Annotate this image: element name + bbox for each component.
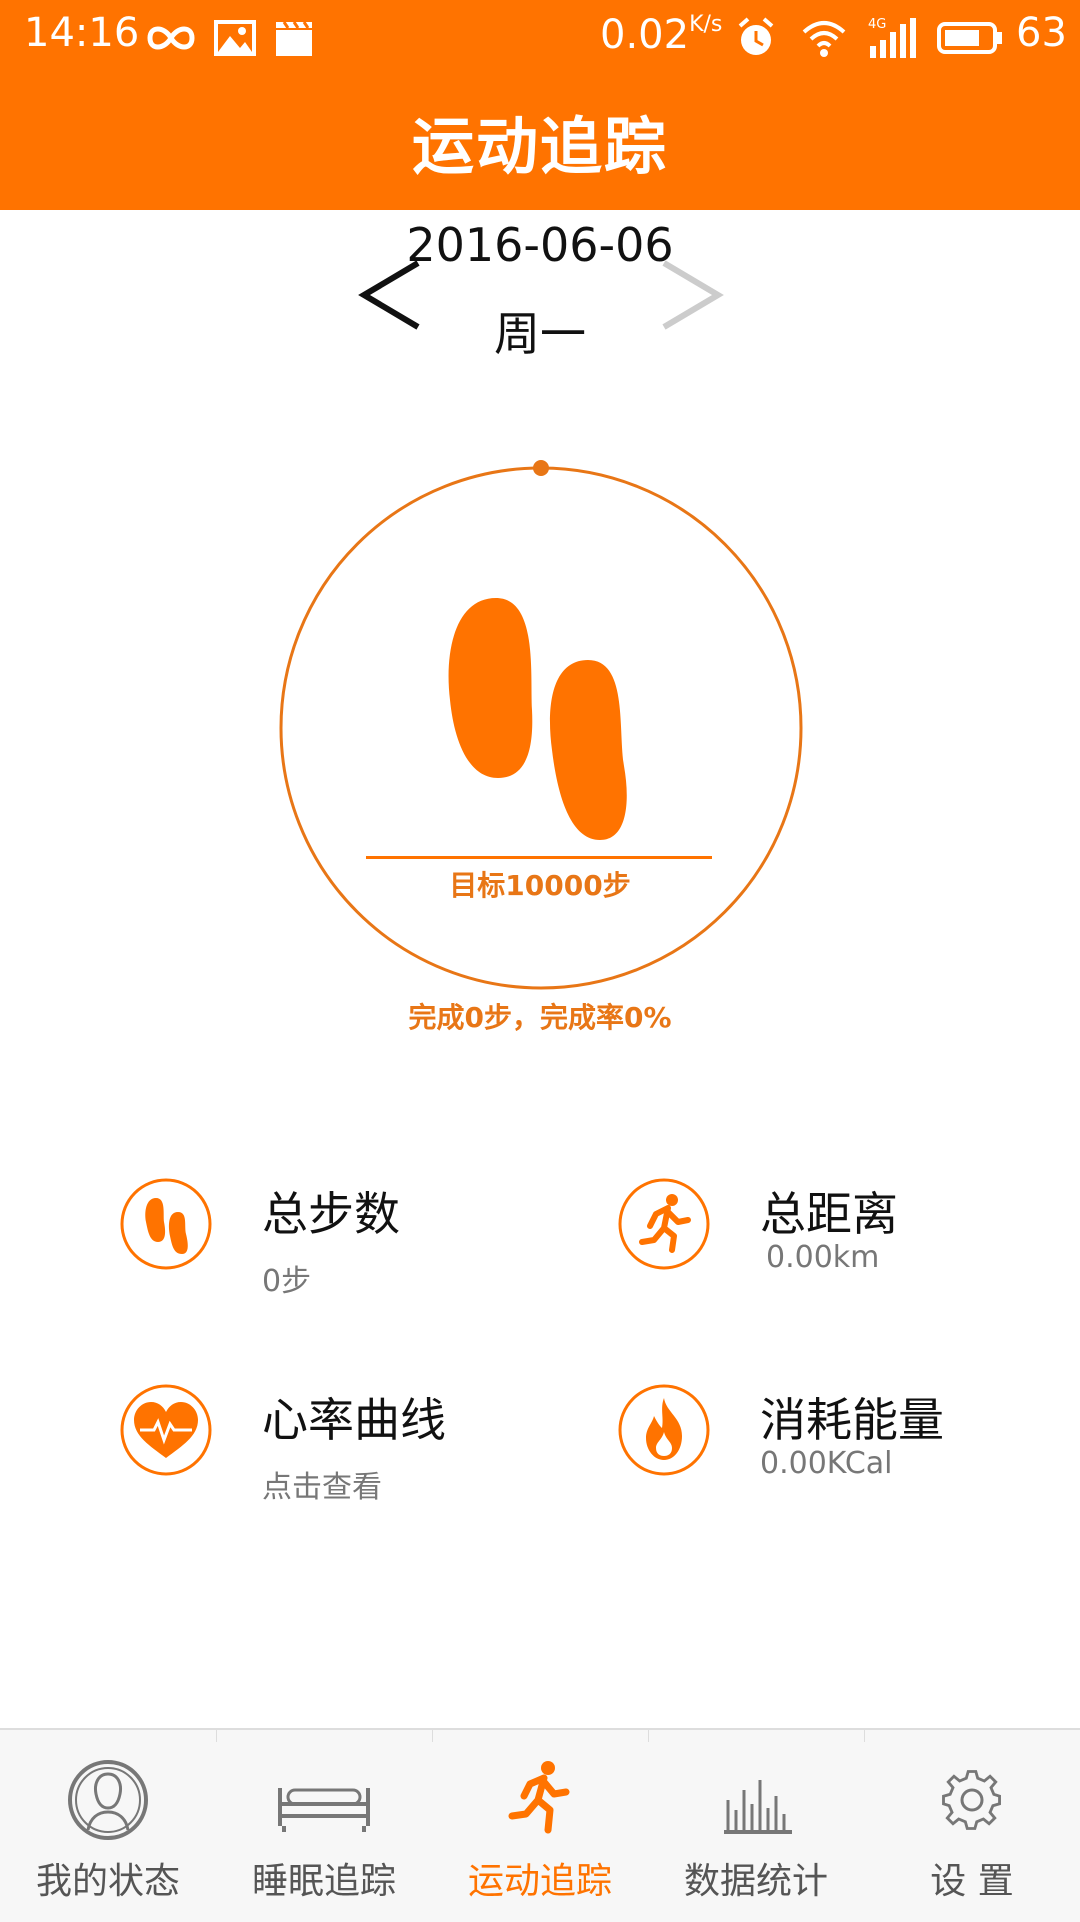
- stat-label: 消耗能量: [760, 1393, 944, 1447]
- app-header: 14:16 0.02K/s 4G 63 运动追踪: [0, 0, 1080, 210]
- stat-value: 0步: [262, 1264, 312, 1299]
- tab-exercise-tracking[interactable]: 运动追踪: [432, 1730, 648, 1922]
- date-navigator: 2016-06-06 周一: [0, 210, 1080, 380]
- wifi-icon: [802, 21, 846, 57]
- stat-label: 心率曲线: [262, 1393, 446, 1447]
- tab-settings[interactable]: 设 置: [864, 1730, 1080, 1922]
- battery-icon: [937, 22, 1002, 54]
- infinity-icon: [147, 26, 195, 50]
- stat-value: 0.00KCal: [760, 1446, 893, 1481]
- bottom-tab-bar: 我的状态 睡眠追踪 运动追踪 数据统计 设 置: [0, 1728, 1080, 1922]
- tab-data-statistics[interactable]: 数据统计: [648, 1730, 864, 1922]
- alarm-icon: [738, 17, 774, 55]
- footprints-icon: [120, 1178, 212, 1270]
- svg-text:4G: 4G: [868, 17, 886, 32]
- stat-label: 总距离: [760, 1187, 898, 1241]
- tab-sleep-tracking[interactable]: 睡眠追踪: [216, 1730, 432, 1922]
- battery-percent: 63: [1016, 10, 1067, 56]
- person-icon: [68, 1760, 148, 1840]
- weekday-label: 周一: [494, 307, 586, 361]
- flame-icon: [618, 1384, 710, 1476]
- gear-icon: [942, 1770, 1001, 1830]
- stat-heart-rate[interactable]: 心率曲线 点击查看: [120, 1384, 540, 1524]
- heart-rate-icon: [120, 1384, 212, 1476]
- progress-track: [279, 466, 803, 990]
- chevron-right-icon[interactable]: [656, 255, 726, 335]
- tab-label: 睡眠追踪: [251, 1861, 396, 1902]
- page-title: 运动追踪: [411, 110, 668, 183]
- stat-label: 总步数: [262, 1187, 400, 1241]
- stat-total-steps[interactable]: 总步数 0步: [120, 1178, 540, 1318]
- tab-label: 运动追踪: [467, 1861, 612, 1902]
- status-time: 14:16: [24, 10, 140, 56]
- progress-ring: [279, 460, 803, 990]
- goal-divider: [366, 856, 712, 859]
- tab-my-status[interactable]: 我的状态: [0, 1730, 216, 1922]
- network-speed: 0.02K/s: [600, 12, 723, 58]
- footprints-icon: [448, 598, 627, 840]
- bed-icon: [278, 1788, 370, 1832]
- stat-value: 点击查看: [262, 1470, 382, 1505]
- tab-label: 数据统计: [683, 1861, 828, 1902]
- stat-energy[interactable]: 消耗能量 0.00KCal: [618, 1384, 1038, 1524]
- cellular-signal-icon: 4G: [868, 17, 916, 58]
- tab-label: 我的状态: [35, 1861, 180, 1902]
- stat-value: 0.00km: [766, 1240, 880, 1275]
- video-icon: [276, 21, 312, 56]
- running-icon: [618, 1178, 710, 1270]
- completion-label: 完成0步，完成率0%: [408, 1001, 672, 1034]
- date-label: 2016-06-06: [406, 218, 674, 272]
- goal-label: 目标10000步: [449, 869, 631, 902]
- tab-label: 设 置: [930, 1861, 1014, 1902]
- bar-chart-icon: [724, 1780, 792, 1834]
- chevron-left-icon[interactable]: [356, 255, 426, 335]
- progress-indicator: [533, 460, 549, 476]
- running-icon: [508, 1761, 570, 1834]
- status-bar: 14:16 0.02K/s 4G 63: [0, 0, 1080, 76]
- stat-total-distance[interactable]: 总距离 0.00km: [618, 1178, 1038, 1318]
- image-icon: [214, 20, 256, 56]
